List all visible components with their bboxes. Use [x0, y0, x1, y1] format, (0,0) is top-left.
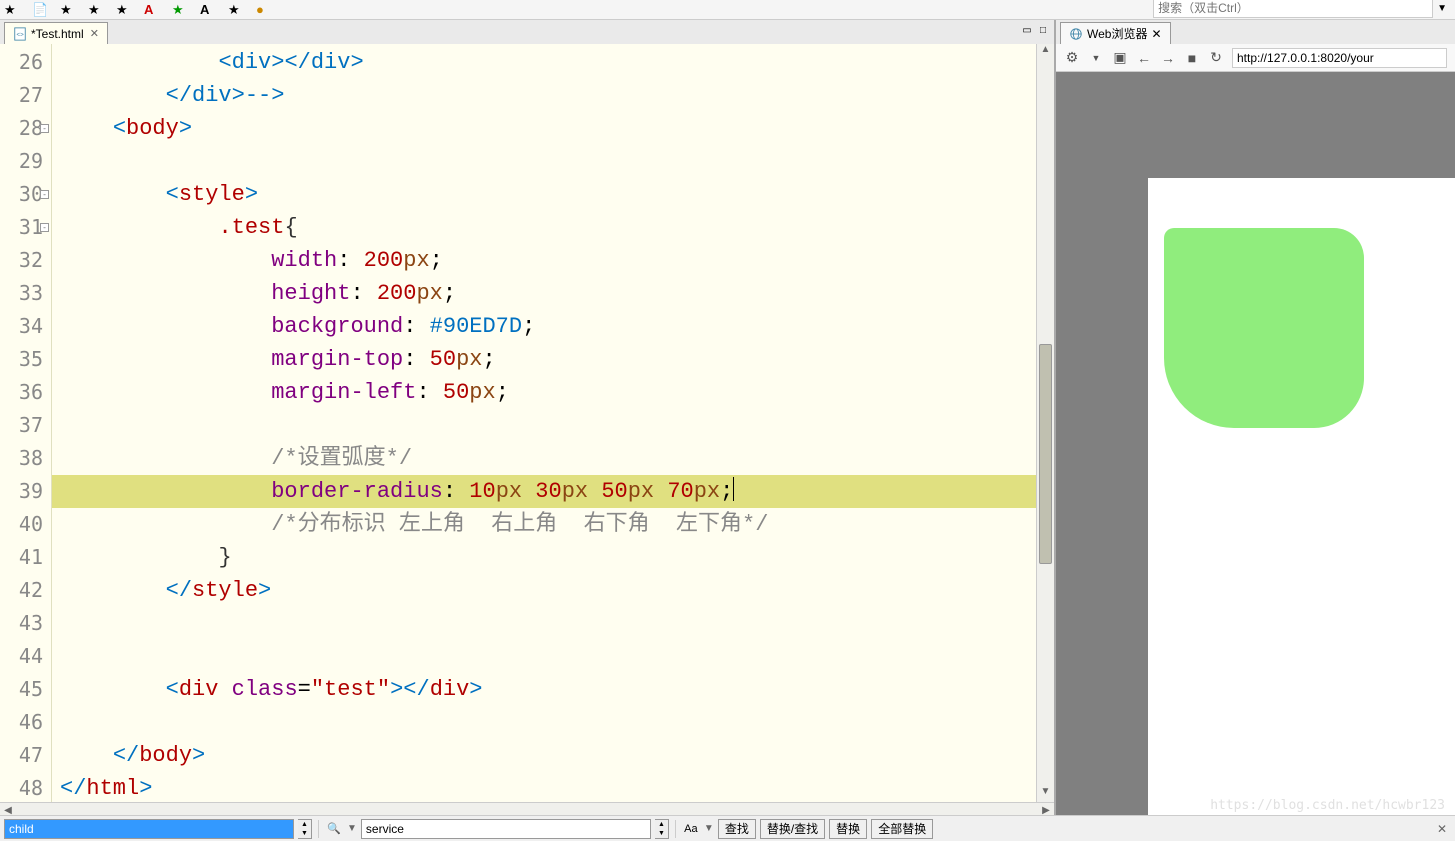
html-file-icon: <> — [13, 27, 27, 41]
toolbar-icon[interactable]: ★ — [60, 2, 76, 18]
browser-tabs: Web浏览器 ✕ — [1056, 20, 1455, 44]
vertical-scrollbar[interactable]: ▲ ▼ — [1036, 44, 1054, 802]
scroll-up-icon[interactable]: ▲ — [1037, 44, 1054, 60]
scroll-down-icon[interactable]: ▼ — [1037, 786, 1054, 802]
close-find-icon[interactable]: ✕ — [1437, 822, 1447, 836]
browser-tab[interactable]: Web浏览器 ✕ — [1060, 22, 1171, 44]
case-sensitive-icon[interactable]: Aa — [682, 820, 700, 838]
replace-button[interactable]: 替换 — [829, 819, 867, 839]
browser-tab-title: Web浏览器 — [1087, 25, 1147, 42]
toolbar-icon[interactable]: ● — [256, 2, 272, 18]
top-toolbar: ★ 📄 ★ ★ ★ A ★ A ★ ● ▼ — [0, 0, 1455, 20]
watermark: https://blog.csdn.net/hcwbr123 — [1210, 798, 1445, 813]
close-tab-icon[interactable]: ✕ — [1151, 27, 1161, 41]
find-options-icon[interactable]: 🔍 — [325, 820, 343, 838]
scroll-thumb[interactable] — [1039, 344, 1052, 564]
editor-tab-test-html[interactable]: <> *Test.html ✕ — [4, 22, 108, 44]
replace-all-button[interactable]: 全部替换 — [871, 819, 933, 839]
browser-panel: Web浏览器 ✕ ⚙ ▼ ▣ ← → ■ ↻ — [1056, 20, 1455, 820]
refresh-icon[interactable]: ↻ — [1208, 50, 1224, 66]
back-icon[interactable]: ← — [1136, 50, 1152, 66]
toolbar-icon[interactable]: ★ — [88, 2, 104, 18]
toolbar-icon[interactable]: A — [144, 2, 160, 18]
url-input[interactable] — [1232, 48, 1447, 68]
replace-history-spinner[interactable]: ▲▼ — [655, 819, 669, 839]
toolbar-icon[interactable]: ★ — [172, 2, 188, 18]
editor-panel: <> *Test.html ✕ ▭ □ 262728-2930-31-32333… — [0, 20, 1056, 820]
find-options-dropdown[interactable]: ▼ — [347, 823, 357, 834]
find-history-spinner[interactable]: ▲▼ — [298, 819, 312, 839]
toolbar-icon[interactable]: ★ — [116, 2, 132, 18]
global-search-input[interactable] — [1153, 0, 1433, 18]
browser-toolbar: ⚙ ▼ ▣ ← → ■ ↻ — [1056, 44, 1455, 72]
svg-text:<>: <> — [17, 31, 25, 38]
find-input[interactable] — [4, 819, 294, 839]
maximize-icon[interactable]: □ — [1036, 23, 1050, 37]
close-tab-icon[interactable]: ✕ — [90, 27, 99, 40]
replace-options-dropdown[interactable]: ▼ — [704, 823, 714, 834]
replace-find-button[interactable]: 替换/查找 — [760, 819, 825, 839]
search-dropdown-icon[interactable]: ▼ — [1437, 3, 1447, 14]
test-div-preview — [1164, 228, 1364, 428]
preview-area — [1056, 72, 1455, 820]
globe-icon — [1069, 27, 1083, 41]
replace-input[interactable] — [361, 819, 651, 839]
toolbar-icon[interactable]: ★ — [4, 2, 20, 18]
toolbar-icon[interactable]: ★ — [228, 2, 244, 18]
toolbar-icon[interactable]: 📄 — [32, 2, 48, 18]
find-replace-bar: ▲▼ 🔍 ▼ ▲▼ Aa ▼ 查找 替换/查找 替换 全部替换 ✕ — [0, 815, 1455, 841]
toolbar-icon[interactable]: A — [200, 2, 216, 18]
find-button[interactable]: 查找 — [718, 819, 756, 839]
editor-tabs: <> *Test.html ✕ ▭ □ — [0, 20, 1054, 44]
dropdown-icon[interactable]: ▼ — [1088, 50, 1104, 66]
preview-page — [1148, 178, 1455, 820]
code-editor[interactable]: 262728-2930-31-3233343536373839404142434… — [0, 44, 1054, 802]
stop-icon[interactable]: ■ — [1184, 50, 1200, 66]
minimize-icon[interactable]: ▭ — [1020, 23, 1034, 37]
forward-icon[interactable]: → — [1160, 50, 1176, 66]
device-icon[interactable]: ▣ — [1112, 50, 1128, 66]
tab-filename: *Test.html — [31, 27, 84, 41]
code-content[interactable]: <div></div> </div>--> <body> <style> .te… — [52, 44, 1036, 802]
line-gutter: 262728-2930-31-3233343536373839404142434… — [0, 44, 52, 802]
gear-icon[interactable]: ⚙ — [1064, 50, 1080, 66]
